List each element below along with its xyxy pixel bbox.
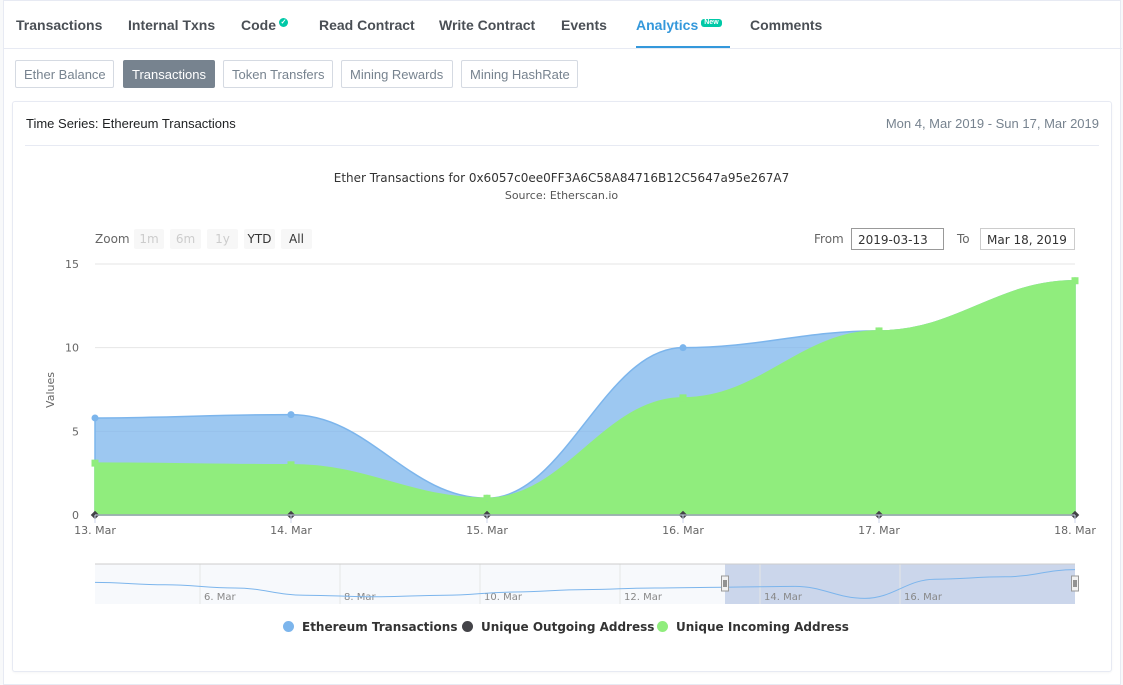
from-date-input[interactable]: 2019-03-13 [851, 228, 944, 250]
from-label: From [814, 232, 844, 246]
tab-analytics[interactable]: Analytics New [636, 1, 730, 48]
zoom-ytd-button[interactable]: YTD [244, 229, 275, 249]
new-badge: New [701, 19, 722, 27]
tab-write-contract[interactable]: Write Contract [439, 1, 535, 48]
zoom-1y-button[interactable]: 1y [207, 229, 238, 249]
tab-internal-txns[interactable]: Internal Txns [128, 1, 215, 48]
tab-label: Events [561, 17, 607, 33]
panel-title: Time Series: Ethereum Transactions [26, 116, 236, 131]
legend-dot [657, 621, 668, 632]
zoom-all-button[interactable]: All [281, 229, 312, 249]
tab-transactions[interactable]: Transactions [16, 1, 102, 48]
legend-unique-incoming[interactable]: Unique Incoming Address [657, 620, 849, 634]
tab-label: Read Contract [319, 17, 415, 33]
tab-label: Code [241, 17, 276, 33]
verified-check-icon: ✓ [279, 18, 288, 27]
subtab-mining-hashrate[interactable]: Mining HashRate [461, 60, 578, 88]
tab-bar: Transactions Internal Txns Code ✓ Read Co… [4, 1, 1122, 49]
tab-comments[interactable]: Comments [750, 1, 822, 48]
to-date-input[interactable]: Mar 18, 2019 [980, 228, 1075, 250]
chart-subtitle: Source: Etherscan.io [504, 189, 619, 202]
subtab-mining-rewards[interactable]: Mining Rewards [341, 60, 453, 88]
tab-read-contract[interactable]: Read Contract [319, 1, 415, 48]
tab-label: Transactions [16, 17, 103, 33]
legend-ethereum-transactions[interactable]: Ethereum Transactions [283, 620, 457, 634]
subtab-ether-balance[interactable]: Ether Balance [15, 60, 114, 88]
legend-label: Unique Incoming Address [676, 620, 849, 634]
panel-divider [25, 145, 1099, 146]
tab-code[interactable]: Code ✓ [241, 1, 288, 48]
zoom-6m-button[interactable]: 6m [170, 229, 201, 249]
subtab-transactions[interactable]: Transactions [123, 60, 215, 88]
date-range: Mon 4, Mar 2019 - Sun 17, Mar 2019 [885, 116, 1099, 131]
zoom-1m-button[interactable]: 1m [134, 229, 164, 249]
to-label: To [957, 232, 970, 246]
chart-title: Ether Transactions for 0x6057c0ee0FF3A6C… [333, 171, 790, 185]
legend-dot [462, 621, 473, 632]
zoom-label: Zoom [95, 232, 130, 246]
tab-label: Internal Txns [128, 17, 216, 33]
tab-events[interactable]: Events [561, 1, 607, 48]
tab-label: Analytics [636, 17, 699, 33]
subtab-token-transfers[interactable]: Token Transfers [223, 60, 333, 88]
legend-unique-outgoing[interactable]: Unique Outgoing Address [462, 620, 654, 634]
chart-panel: Time Series: Ethereum Transactions Mon 4… [12, 101, 1112, 672]
tab-label: Comments [750, 17, 823, 33]
tab-label: Write Contract [439, 17, 536, 33]
legend-label: Unique Outgoing Address [481, 620, 655, 634]
legend-label: Ethereum Transactions [302, 620, 458, 634]
legend-dot [283, 621, 294, 632]
